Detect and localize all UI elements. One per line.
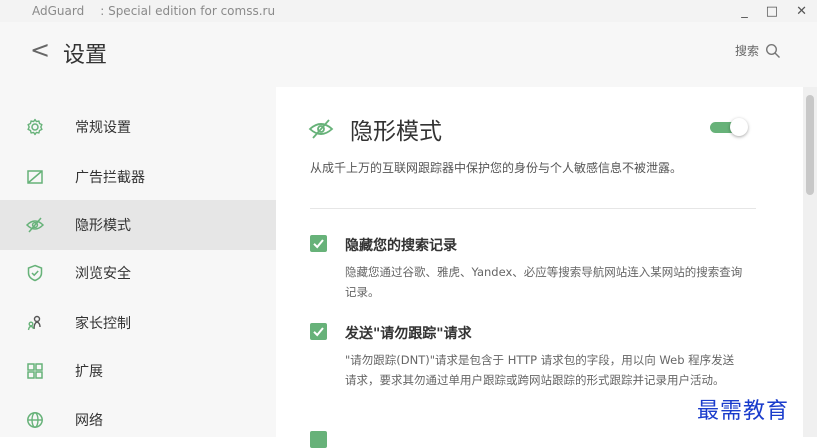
title-bar: AdGuard : Special edition for comss.ru _… (0, 0, 817, 22)
scrollbar-thumb[interactable] (806, 95, 814, 195)
maximize-button[interactable]: □ (766, 4, 778, 19)
stealth-mode-panel: 隐形模式 从成千上万的互联网跟踪器中保护您的身份与个人敏感信息不被泄露。 隐藏您… (276, 87, 803, 448)
stealth-mode-toggle[interactable] (710, 118, 748, 136)
option-description: "请勿跟踪(DNT)"请求是包含于 HTTP 请求包的字段，用以向 Web 程序… (345, 353, 735, 387)
sidebar-item-extensions[interactable]: 扩展 (0, 346, 276, 396)
divider (310, 208, 756, 209)
sidebar-item-parental-control[interactable]: 家长控制 (0, 298, 276, 348)
shield-icon (25, 263, 45, 283)
section-title: 隐形模式 (350, 119, 442, 145)
sidebar-item-network[interactable]: 网络 (0, 395, 276, 445)
checkmark-icon (313, 327, 324, 337)
sidebar-item-stealth[interactable]: 隐形模式 (0, 200, 276, 250)
settings-header: < 设置 搜索 (0, 22, 817, 87)
sidebar-item-label: 常规设置 (75, 120, 131, 136)
back-button[interactable]: < (30, 36, 50, 64)
globe-icon (25, 410, 45, 430)
edition-label: : Special edition for comss.ru (100, 4, 276, 18)
option-description: 隐藏您通过谷歌、雅虎、Yandex、必应等搜索导航网站连入某网站的搜索查询记录。 (345, 265, 743, 299)
sidebar-item-label: 家长控制 (75, 316, 131, 332)
parental-icon (25, 313, 45, 333)
minimize-button[interactable]: _ (741, 4, 748, 19)
ad-block-icon (25, 167, 45, 187)
sidebar: 常规设置 广告拦截器 隐形模式 浏览安全 家长控制 扩展 网络 (0, 87, 276, 437)
next-option-checkbox[interactable] (310, 431, 327, 448)
sidebar-item-label: 广告拦截器 (75, 170, 145, 186)
stealth-eye-icon (25, 215, 45, 235)
hide-search-checkbox[interactable] (310, 235, 327, 252)
search-label: 搜索 (734, 44, 759, 58)
sidebar-item-label: 网络 (75, 413, 103, 429)
watermark-text: 最需教育 (697, 399, 790, 424)
sidebar-item-general[interactable]: 常规设置 (0, 102, 276, 152)
search-icon (765, 43, 780, 58)
stealth-eye-icon (308, 117, 334, 145)
search-button[interactable]: 搜索 (735, 42, 781, 59)
app-name: AdGuard (32, 4, 85, 18)
scrollbar[interactable] (803, 87, 817, 437)
close-button[interactable]: ✕ (796, 4, 807, 19)
sidebar-item-label: 扩展 (75, 364, 103, 380)
section-description: 从成千上万的互联网跟踪器中保护您的身份与个人敏感信息不被泄露。 (310, 161, 683, 175)
sidebar-item-browsing-security[interactable]: 浏览安全 (0, 248, 276, 298)
window-controls: _ □ ✕ (741, 0, 807, 22)
gear-icon (25, 117, 45, 137)
option-title: 发送"请勿跟踪"请求 (345, 326, 472, 342)
send-dnt-checkbox[interactable] (310, 323, 327, 340)
sidebar-item-adblocker[interactable]: 广告拦截器 (0, 152, 276, 202)
checkmark-icon (313, 239, 324, 249)
extensions-icon (25, 361, 45, 381)
sidebar-item-label: 隐形模式 (75, 218, 131, 234)
toggle-knob (730, 118, 748, 136)
option-title: 隐藏您的搜索记录 (345, 238, 457, 254)
sidebar-item-label: 浏览安全 (75, 266, 131, 282)
page-title: 设置 (63, 43, 108, 68)
